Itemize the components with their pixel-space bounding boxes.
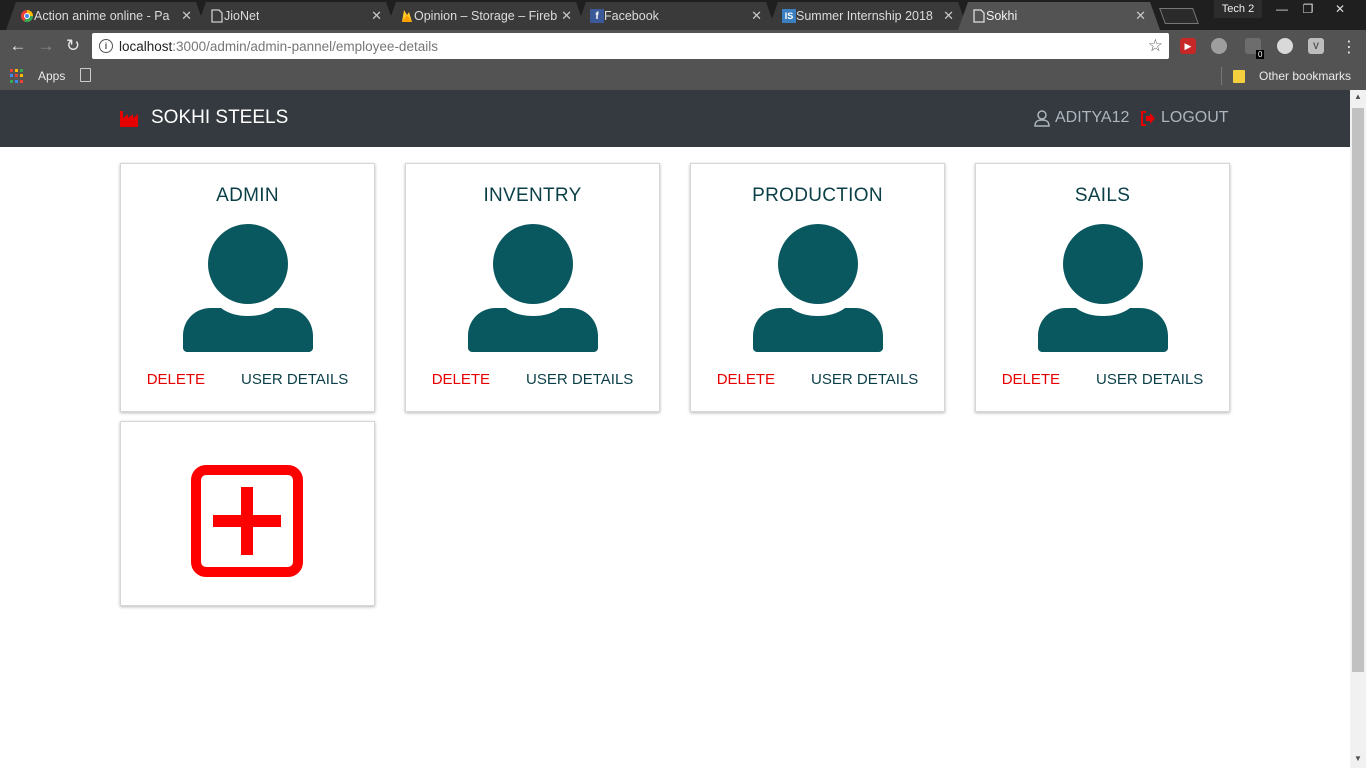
page-icon: [972, 9, 986, 23]
extension-circle-icon[interactable]: [1277, 38, 1293, 54]
employee-card: PRODUCTION DELETE USER DETAILS: [690, 163, 945, 412]
forward-arrow-icon[interactable]: →: [36, 36, 56, 56]
user-details-button[interactable]: USER DETAILS: [526, 371, 633, 388]
page-bookmark-icon[interactable]: [80, 68, 91, 82]
close-window-button[interactable]: ✕: [1320, 0, 1360, 18]
logout-label: LOGOUT: [1161, 109, 1229, 126]
factory-icon: [120, 111, 138, 127]
profile-button[interactable]: Tech 2: [1214, 0, 1262, 18]
delete-button[interactable]: DELETE: [1002, 371, 1060, 388]
user-avatar-icon: [753, 224, 883, 352]
add-employee-card[interactable]: [120, 421, 375, 606]
plus-square-icon[interactable]: [191, 465, 303, 577]
user-avatar-icon: [183, 224, 313, 352]
folder-icon[interactable]: [1233, 70, 1245, 83]
app-navbar: SOKHI STEELS ADITYA12 LOGOUT: [0, 90, 1350, 147]
card-title: INVENTRY: [483, 185, 582, 206]
tab-title: Facebook: [604, 9, 659, 23]
url-path: :3000/admin/admin-pannel/employee-detail…: [172, 38, 438, 54]
reload-icon[interactable]: ↻: [63, 36, 83, 56]
employee-card: ADMIN DELETE USER DETAILS: [120, 163, 375, 412]
menu-dots-icon[interactable]: ⋮: [1341, 37, 1357, 57]
url-host: localhost: [119, 38, 173, 54]
chrome-colored-icon: [20, 9, 34, 23]
browser-toolbar: ← → ↻ i localhost:3000/admin/admin-panne…: [0, 30, 1366, 62]
tab-title: Action anime online - Pa: [34, 9, 170, 23]
browser-tab[interactable]: Action anime online - Pa ✕: [6, 2, 206, 30]
user-avatar-icon: [468, 224, 598, 352]
card-actions: DELETE USER DETAILS: [691, 371, 944, 388]
minimize-button[interactable]: —: [1268, 0, 1296, 18]
tab-close-icon[interactable]: ✕: [181, 8, 192, 24]
tab-title: Opinion – Storage – Fireb: [414, 9, 558, 23]
other-bookmarks[interactable]: Other bookmarks: [1259, 69, 1351, 83]
tab-title: Sokhi: [986, 9, 1018, 23]
firebase-icon: [400, 9, 414, 23]
browser-tab-strip: Action anime online - Pa ✕ JioNet ✕ Opin…: [0, 0, 1366, 30]
apps-bookmark[interactable]: Apps: [38, 69, 65, 83]
tab-title: Summer Internship 2018: [796, 9, 933, 23]
tab-close-icon[interactable]: ✕: [751, 8, 762, 24]
user-avatar-icon: [1038, 224, 1168, 352]
browser-tab[interactable]: IS Summer Internship 2018 ✕: [768, 2, 968, 30]
bookmark-star-icon[interactable]: ☆: [1148, 36, 1163, 56]
is-icon: IS: [782, 9, 796, 23]
delete-button[interactable]: DELETE: [147, 371, 205, 388]
scroll-down-arrow-icon[interactable]: ▼: [1354, 754, 1362, 763]
new-tab-button[interactable]: [1159, 8, 1199, 24]
brand[interactable]: SOKHI STEELS: [120, 107, 288, 129]
card-title: ADMIN: [216, 185, 279, 206]
page-scrollbar[interactable]: ▲ ▼: [1350, 90, 1366, 768]
delete-button[interactable]: DELETE: [432, 371, 490, 388]
user-icon: [1034, 109, 1050, 127]
username: ADITYA12: [1055, 109, 1130, 126]
card-actions: DELETE USER DETAILS: [406, 371, 659, 388]
scroll-up-arrow-icon[interactable]: ▲: [1354, 92, 1362, 101]
restore-button[interactable]: ❐: [1294, 0, 1322, 18]
card-title: SAILS: [1074, 185, 1131, 206]
extension-v-icon[interactable]: V: [1308, 38, 1324, 54]
logout-icon: [1141, 110, 1155, 126]
card-actions: DELETE USER DETAILS: [121, 371, 374, 388]
browser-tab-active[interactable]: Sokhi ✕: [958, 2, 1160, 30]
address-bar[interactable]: i localhost:3000/admin/admin-pannel/empl…: [92, 33, 1169, 59]
card-title: PRODUCTION: [752, 185, 883, 206]
info-icon[interactable]: i: [99, 39, 113, 53]
logout-link[interactable]: LOGOUT: [1140, 109, 1229, 127]
back-arrow-icon[interactable]: ←: [8, 36, 28, 56]
page-viewport: SOKHI STEELS ADITYA12 LOGOUT ADMIN DELET…: [0, 90, 1350, 768]
delete-button[interactable]: DELETE: [717, 371, 775, 388]
apps-grid-icon[interactable]: [10, 69, 24, 83]
bookmark-separator: [1221, 67, 1222, 85]
user-details-button[interactable]: USER DETAILS: [1096, 371, 1203, 388]
extension-red-icon[interactable]: ▶: [1180, 38, 1196, 54]
user-link[interactable]: ADITYA12: [1034, 109, 1129, 127]
scrollbar-thumb[interactable]: [1352, 108, 1364, 672]
browser-tab[interactable]: f Facebook ✕: [576, 2, 776, 30]
tab-close-icon[interactable]: ✕: [943, 8, 954, 24]
tab-close-icon[interactable]: ✕: [371, 8, 382, 24]
user-details-button[interactable]: USER DETAILS: [811, 371, 918, 388]
bookmarks-bar: Apps Other bookmarks: [0, 62, 1366, 90]
user-details-button[interactable]: USER DETAILS: [241, 371, 348, 388]
browser-tab[interactable]: Opinion – Storage – Fireb ✕: [386, 2, 586, 30]
page-icon: [210, 9, 224, 23]
brand-name: SOKHI STEELS: [151, 107, 289, 128]
employee-card: SAILS DELETE USER DETAILS: [975, 163, 1230, 412]
card-actions: DELETE USER DETAILS: [976, 371, 1229, 388]
employee-card: INVENTRY DELETE USER DETAILS: [405, 163, 660, 412]
tab-close-icon[interactable]: ✕: [1135, 8, 1146, 24]
tab-title: JioNet: [224, 9, 260, 23]
extension-globe-icon[interactable]: [1211, 38, 1227, 54]
facebook-icon: f: [590, 9, 604, 23]
extension-badge: 0: [1256, 50, 1265, 59]
browser-tab[interactable]: JioNet ✕: [196, 2, 396, 30]
tab-close-icon[interactable]: ✕: [561, 8, 572, 24]
